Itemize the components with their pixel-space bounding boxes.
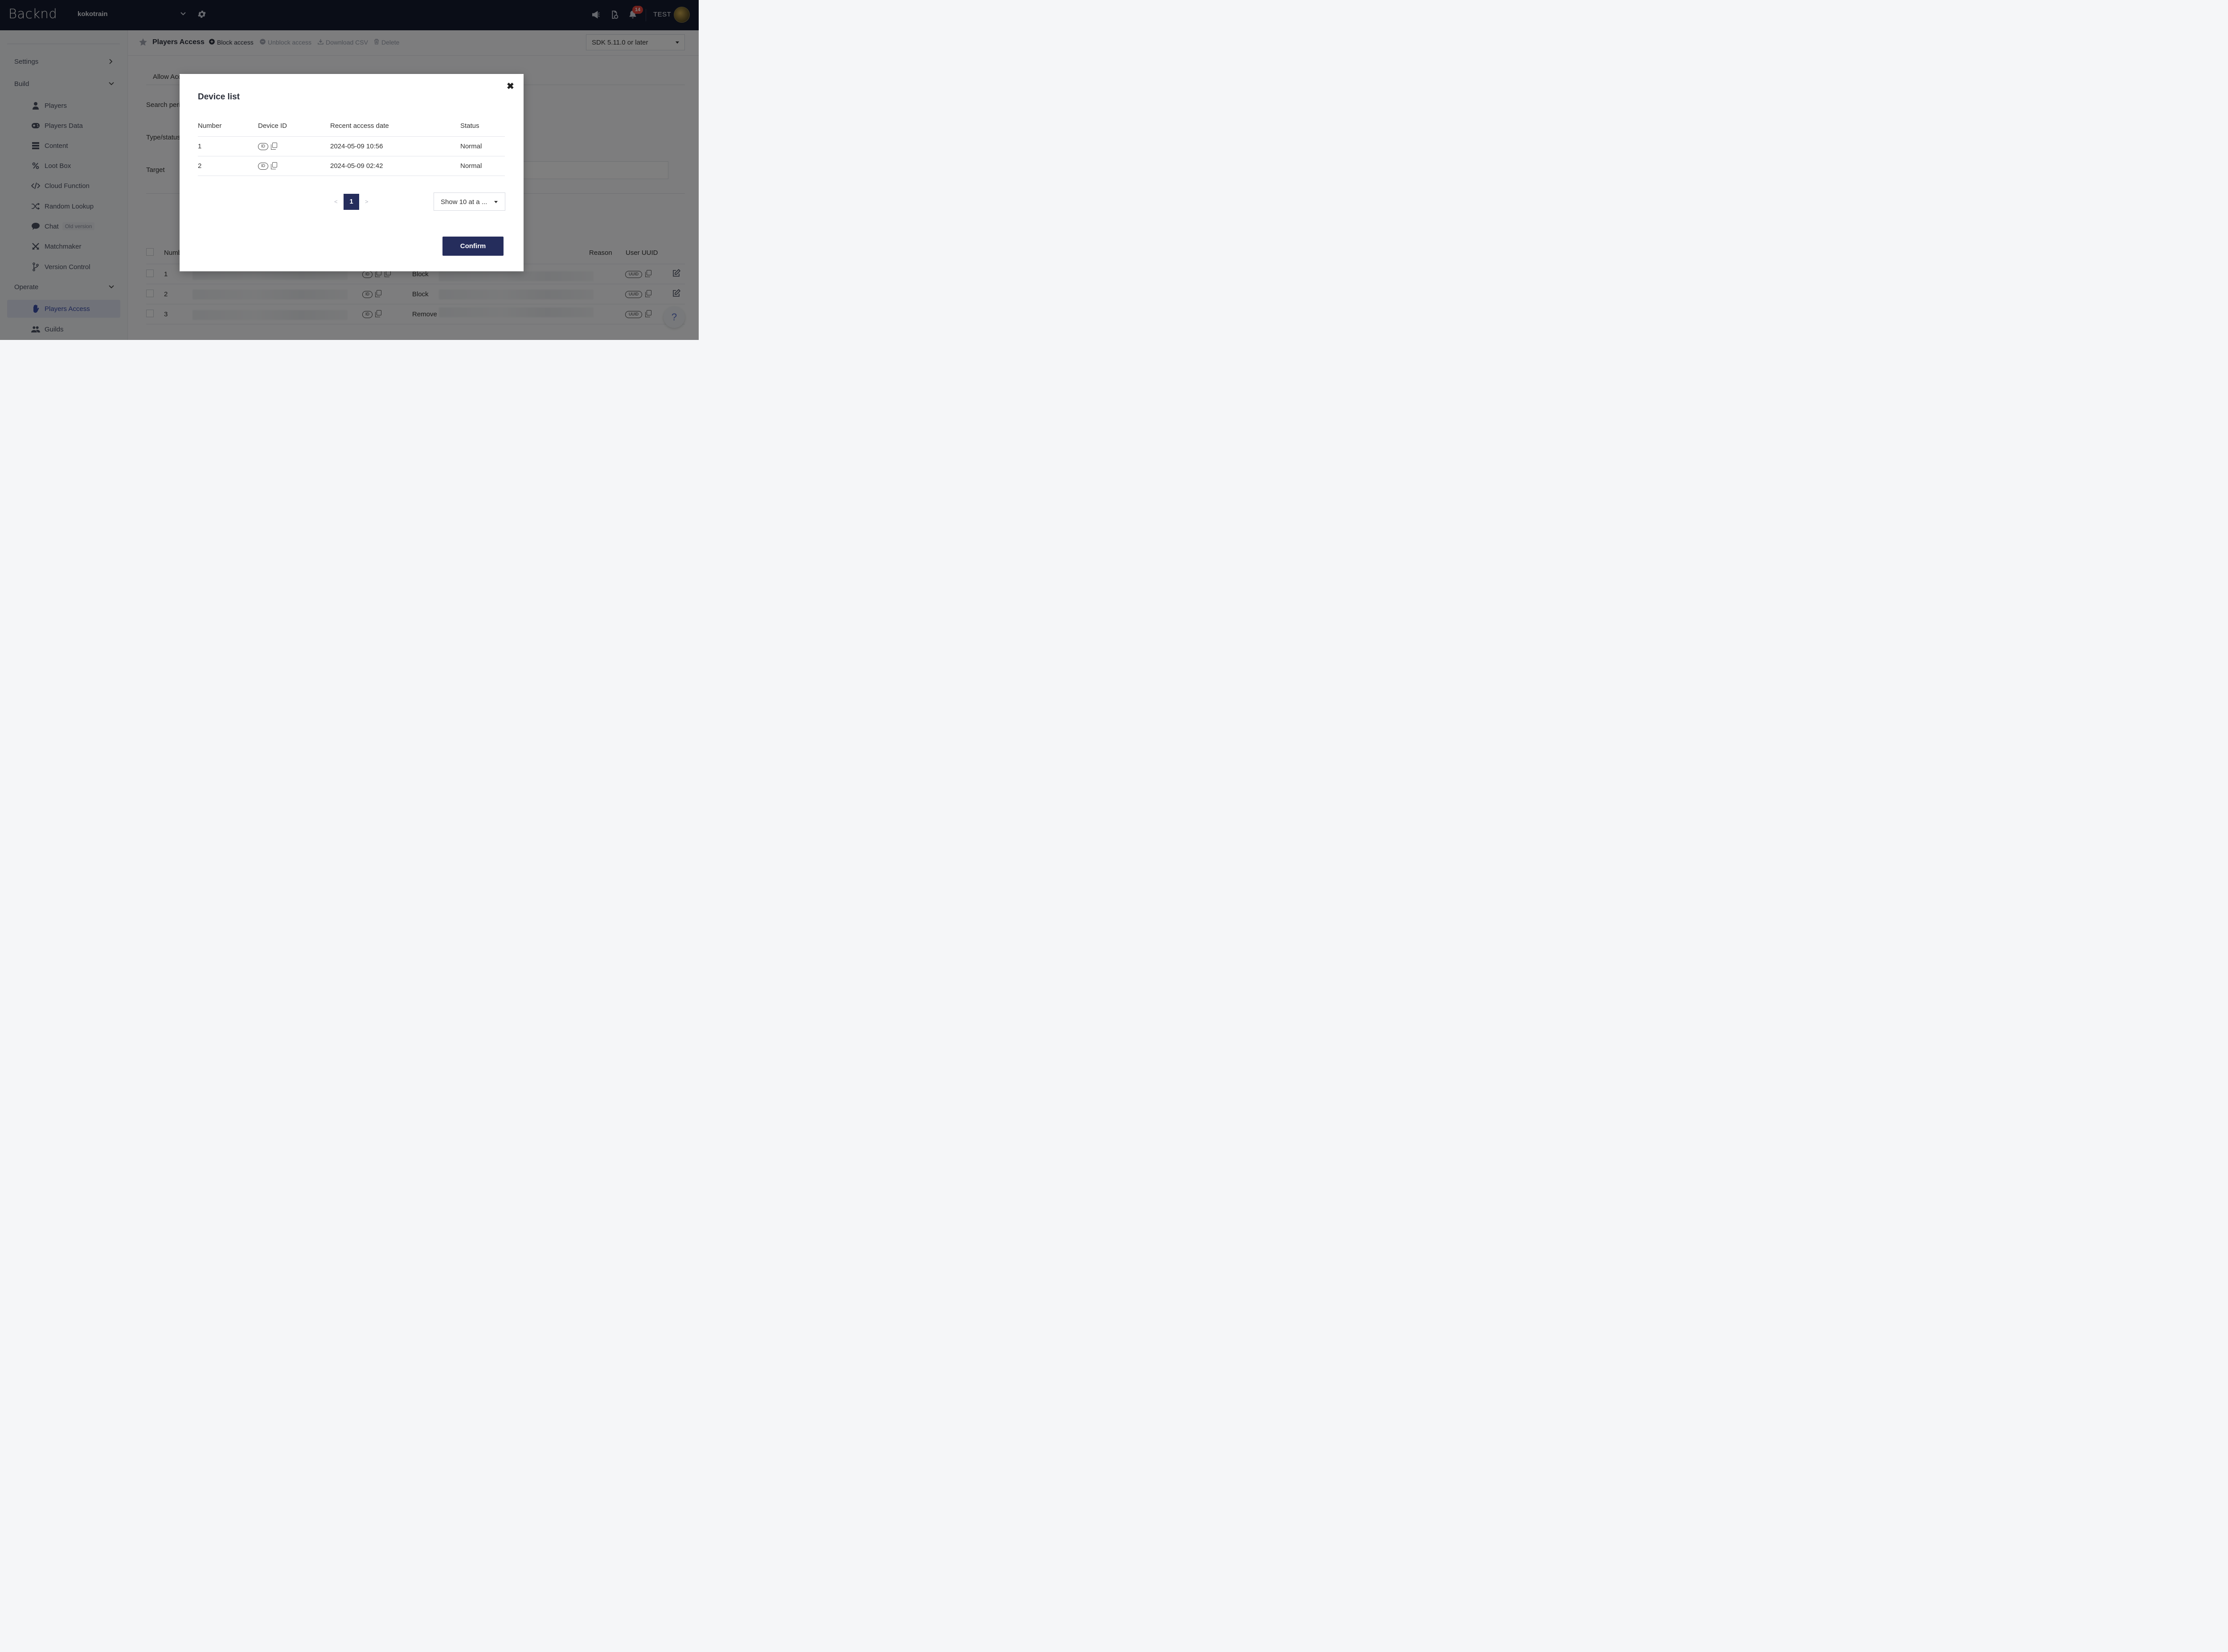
copy-icon[interactable] xyxy=(271,162,277,169)
pagination-next[interactable]: > xyxy=(365,198,369,205)
close-icon[interactable]: ✖ xyxy=(507,81,514,92)
device-status: Normal xyxy=(460,143,482,150)
confirm-button[interactable]: Confirm xyxy=(442,237,504,256)
column-header-status: Status xyxy=(460,122,479,130)
device-status: Normal xyxy=(460,162,482,170)
pagination-current-page[interactable]: 1 xyxy=(344,194,359,210)
column-header-recent-access: Recent access date xyxy=(330,122,389,130)
caret-down-icon xyxy=(494,201,498,203)
page-size-select[interactable]: Show 10 at a ... xyxy=(434,192,505,211)
divider xyxy=(198,136,505,137)
device-number: 2 xyxy=(198,162,202,170)
modal-title: Device list xyxy=(198,92,240,102)
device-number: 1 xyxy=(198,143,202,150)
copy-icon[interactable] xyxy=(271,143,277,150)
column-header-number: Number xyxy=(198,122,222,130)
id-icon[interactable]: ID xyxy=(258,163,268,170)
column-header-device-id: Device ID xyxy=(258,122,287,130)
recent-access-date: 2024-05-09 10:56 xyxy=(330,143,383,150)
pagination-prev[interactable]: < xyxy=(334,198,338,205)
id-icon[interactable]: ID xyxy=(258,143,268,150)
recent-access-date: 2024-05-09 02:42 xyxy=(330,162,383,170)
page-size-value: Show 10 at a ... xyxy=(441,198,487,206)
